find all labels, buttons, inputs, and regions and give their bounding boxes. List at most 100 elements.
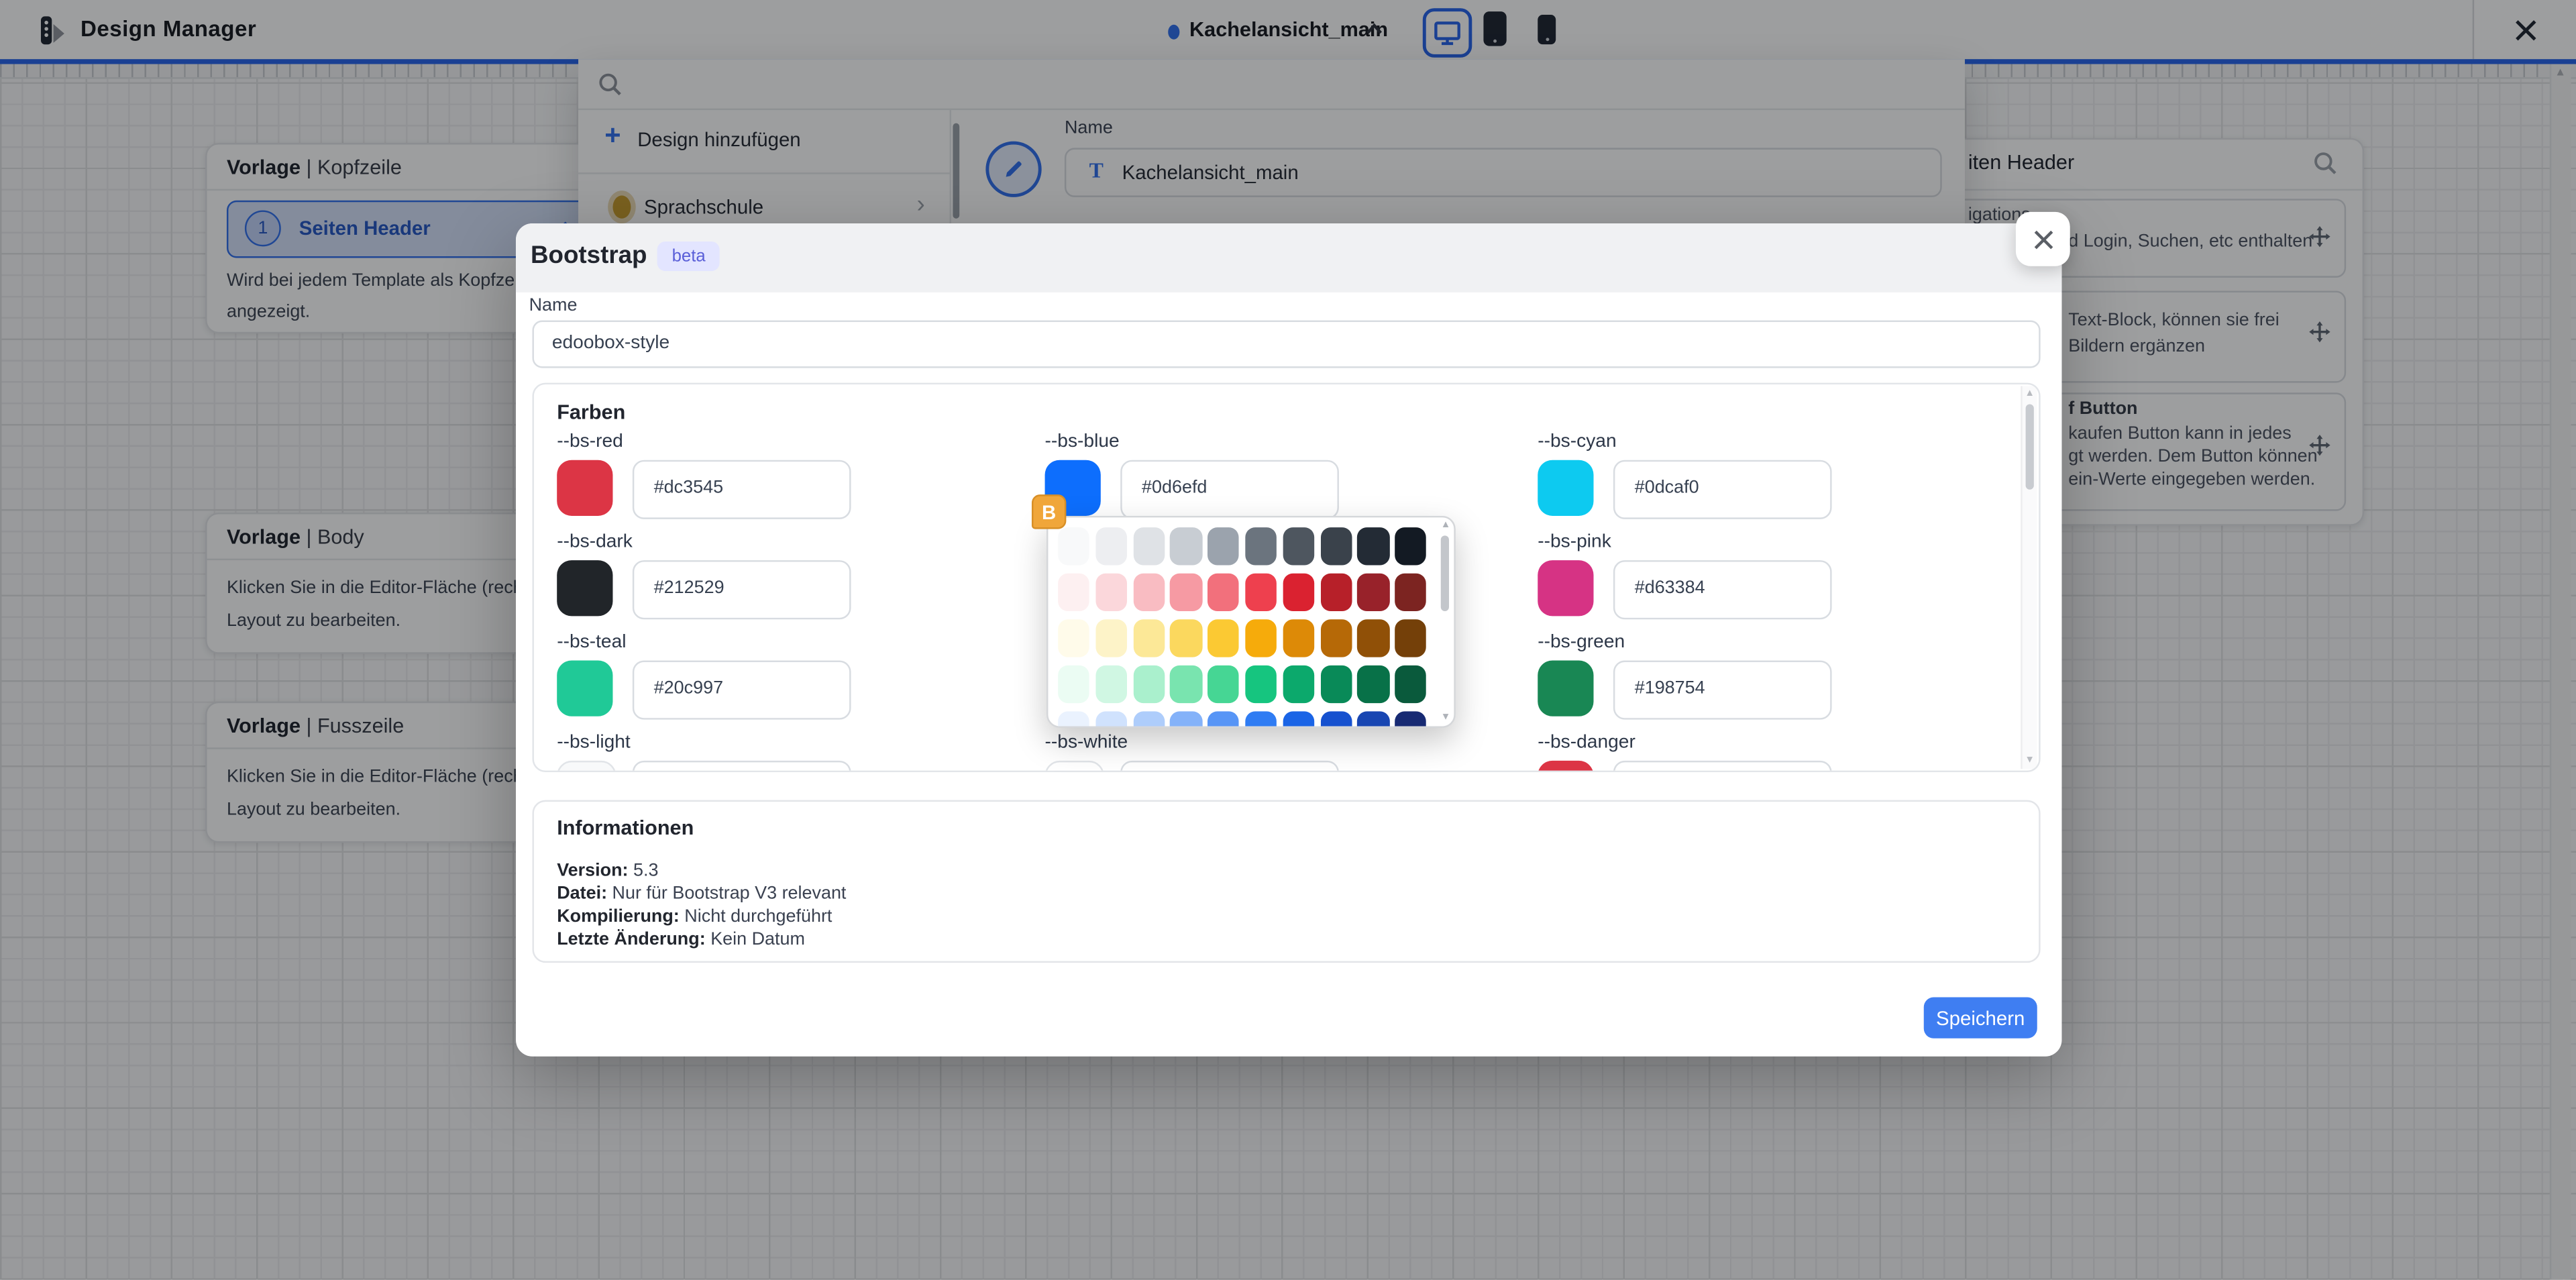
info-value: Nicht durchgeführt [680, 907, 833, 926]
palette-swatch[interactable] [1245, 619, 1277, 656]
palette-swatch[interactable] [1095, 527, 1127, 564]
palette-swatch[interactable] [1358, 711, 1389, 727]
palette-swatch[interactable] [1395, 527, 1427, 564]
palette-swatch[interactable] [1320, 619, 1352, 656]
palette-swatch[interactable] [1395, 619, 1427, 656]
palette-swatch[interactable] [1358, 574, 1389, 610]
palette-swatch[interactable] [1058, 527, 1089, 564]
color-swatch[interactable] [1538, 660, 1593, 716]
color-hex-value: #0d6efd [1142, 478, 1207, 498]
picker-scrollbar[interactable]: ▲ ▼ [1439, 521, 1450, 723]
palette-swatch[interactable] [1358, 527, 1389, 564]
palette-swatch[interactable] [1208, 619, 1239, 656]
palette-swatch[interactable] [1245, 665, 1277, 702]
color-swatch[interactable] [1538, 460, 1593, 516]
color-hex-input[interactable]: #198754 [1613, 660, 1832, 719]
color-field-bs-pink: --bs-pink #d63384 [1538, 532, 1998, 624]
palette-swatch[interactable] [1058, 574, 1089, 610]
informationen-section: Informationen Version: 5.3 Datei: Nur fü… [532, 800, 2040, 963]
palette-swatch[interactable] [1320, 665, 1352, 702]
palette-swatch[interactable] [1133, 711, 1165, 727]
color-picker-popup: ▲ ▼ [1046, 516, 1456, 728]
palette-swatch[interactable] [1320, 527, 1352, 564]
palette-swatch[interactable] [1245, 711, 1277, 727]
color-hex-input[interactable] [633, 761, 851, 772]
scrollbar-thumb[interactable] [2025, 404, 2033, 489]
color-hex-input[interactable]: #212529 [633, 560, 851, 619]
color-hex-value: #20c997 [654, 678, 723, 698]
info-label: Version: [557, 861, 628, 880]
design-manager-screen: ▲ Vorlage | Kopfzeile 1 Seiten Header Wi… [0, 0, 2576, 1280]
palette-swatch[interactable] [1095, 574, 1127, 610]
color-var-label: --bs-dark [557, 532, 633, 551]
scroll-up-icon[interactable]: ▲ [1441, 521, 1451, 531]
palette-swatch[interactable] [1208, 665, 1239, 702]
palette-swatch[interactable] [1245, 527, 1277, 564]
palette-swatch[interactable] [1095, 711, 1127, 727]
palette-swatch[interactable] [1133, 527, 1165, 564]
palette-swatch[interactable] [1358, 665, 1389, 702]
palette-swatch[interactable] [1133, 619, 1165, 656]
palette-swatch[interactable] [1058, 711, 1089, 727]
color-swatch[interactable] [1538, 560, 1593, 616]
color-hex-input[interactable]: #d63384 [1613, 560, 1832, 619]
scroll-down-icon[interactable]: ▼ [1441, 713, 1451, 723]
palette-swatch[interactable] [1095, 619, 1127, 656]
palette-swatch[interactable] [1171, 527, 1202, 564]
info-value: Nur für Bootstrap V3 relevant [607, 884, 846, 904]
palette-swatch[interactable] [1208, 527, 1239, 564]
palette-swatch[interactable] [1283, 574, 1314, 610]
palette-swatch[interactable] [1320, 574, 1352, 610]
farben-scrollbar[interactable]: ▲ ▼ [2021, 386, 2037, 769]
color-swatch[interactable] [557, 560, 612, 616]
modal-close-button[interactable] [2016, 212, 2070, 266]
scroll-up-icon[interactable]: ▲ [2025, 389, 2035, 399]
palette-swatch[interactable] [1058, 665, 1089, 702]
palette-swatch[interactable] [1320, 711, 1352, 727]
color-swatch[interactable] [557, 460, 612, 516]
palette-swatch[interactable] [1395, 665, 1427, 702]
color-var-label: --bs-red [557, 432, 623, 451]
info-label: Datei: [557, 884, 607, 904]
style-name-input[interactable]: edoobox-style [532, 321, 2040, 368]
palette-swatch[interactable] [1095, 665, 1127, 702]
palette-swatch[interactable] [1283, 527, 1314, 564]
collaborator-cursor-badge: B [1032, 494, 1066, 529]
modal-header: Bootstrap beta [516, 223, 2061, 292]
palette-swatch[interactable] [1171, 619, 1202, 656]
palette-swatch[interactable] [1283, 619, 1314, 656]
info-value: Kein Datum [706, 930, 805, 949]
color-field-bs-red: --bs-red #dc3545 [557, 432, 1017, 524]
color-var-label: --bs-pink [1538, 532, 1611, 551]
palette-swatch[interactable] [1058, 619, 1089, 656]
palette-swatch[interactable] [1171, 711, 1202, 727]
scroll-down-icon[interactable]: ▼ [2025, 756, 2035, 766]
informationen-title: Informationen [557, 816, 694, 839]
palette-swatch[interactable] [1283, 711, 1314, 727]
color-hex-input[interactable]: #0dcaf0 [1613, 460, 1832, 519]
color-hex-input[interactable] [1613, 761, 1832, 772]
color-hex-input[interactable]: #dc3545 [633, 460, 851, 519]
palette-swatch[interactable] [1395, 711, 1427, 727]
palette-swatch[interactable] [1208, 711, 1239, 727]
color-hex-input[interactable]: #20c997 [633, 660, 851, 719]
palette-swatch[interactable] [1133, 665, 1165, 702]
palette-swatch[interactable] [1358, 619, 1389, 656]
scrollbar-thumb[interactable] [1441, 535, 1449, 611]
color-swatch[interactable] [1538, 761, 1593, 772]
palette-swatch[interactable] [1208, 574, 1239, 610]
palette-swatch[interactable] [1171, 574, 1202, 610]
save-button[interactable]: Speichern [1924, 998, 2037, 1038]
palette-swatch[interactable] [1395, 574, 1427, 610]
color-swatch[interactable] [557, 761, 616, 772]
color-hex-input[interactable] [1120, 761, 1339, 772]
palette-swatch[interactable] [1171, 665, 1202, 702]
palette-swatch[interactable] [1245, 574, 1277, 610]
palette-swatch[interactable] [1283, 665, 1314, 702]
color-hex-value: #dc3545 [654, 478, 723, 498]
color-swatch[interactable] [1045, 761, 1104, 772]
color-swatch[interactable] [557, 660, 612, 716]
palette-swatch[interactable] [1133, 574, 1165, 610]
info-row-kompilierung: Kompilierung: Nicht durchgeführt [557, 907, 832, 926]
color-hex-input[interactable]: #0d6efd [1120, 460, 1339, 519]
